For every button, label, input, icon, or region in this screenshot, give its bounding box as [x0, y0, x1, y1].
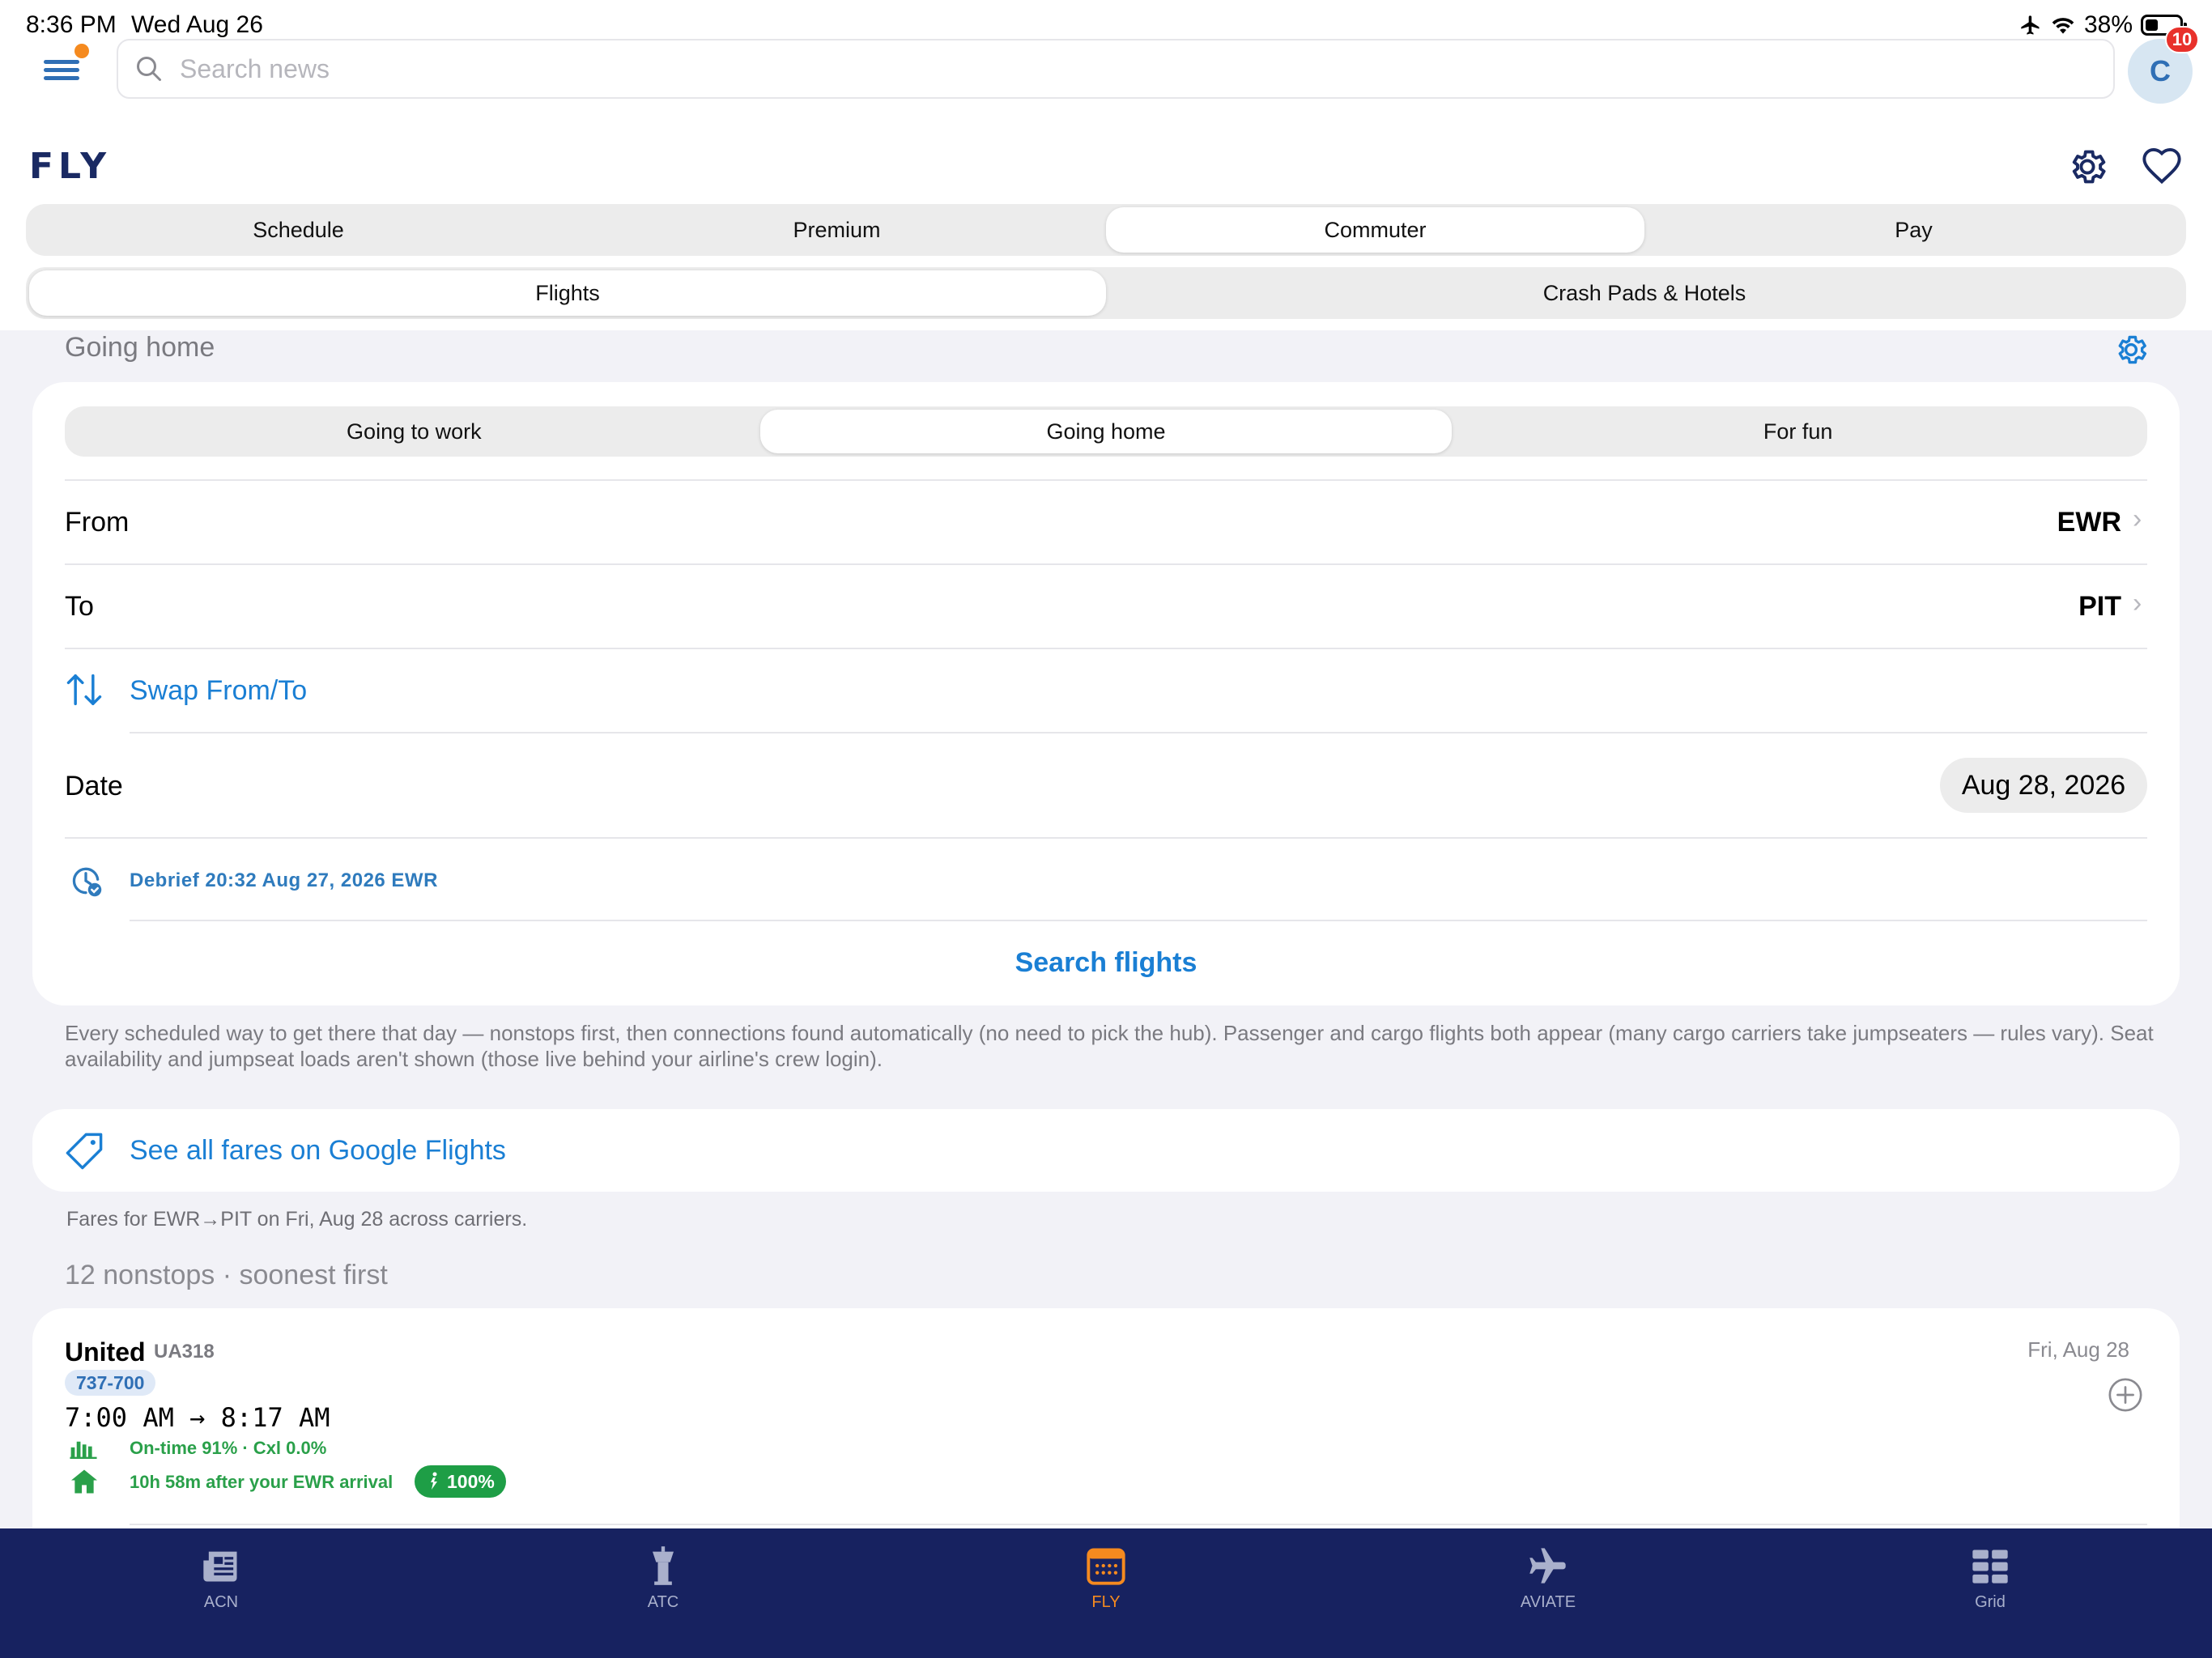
bar-chart-icon	[70, 1441, 97, 1459]
tab-commuter[interactable]: Commuter	[1106, 207, 1644, 253]
page-title: FLY	[29, 146, 112, 187]
search-bar[interactable]	[117, 39, 2115, 99]
info-text: Every scheduled way to get there that da…	[65, 1021, 2154, 1071]
google-flights-link[interactable]: See all fares on Google Flights	[130, 1135, 506, 1167]
divider	[65, 648, 2147, 649]
add-circle-icon[interactable]	[2107, 1376, 2144, 1414]
status-date: Wed Aug 26	[131, 11, 263, 38]
divider	[65, 479, 2147, 481]
to-value[interactable]: PIT	[2040, 591, 2121, 623]
status-time: 8:36 PM	[26, 11, 117, 38]
tab-acn[interactable]: ACN	[148, 1545, 294, 1612]
clock-check-icon	[72, 867, 102, 897]
tab-pay[interactable]: Pay	[1644, 207, 2183, 253]
calendar-icon	[1087, 1548, 1125, 1585]
chevron-right-icon[interactable]: ›	[2133, 588, 2142, 619]
sub-tabs: Flights Crash Pads & Hotels	[26, 267, 2186, 319]
flight-number: UA318	[154, 1341, 215, 1363]
swap-button[interactable]: Swap From/To	[130, 675, 307, 707]
ontime-stats: On-time 91% · Cxl 0.0%	[130, 1438, 327, 1458]
search-form-card	[32, 382, 2180, 1005]
tab-flights[interactable]: Flights	[29, 270, 1106, 316]
date-label: Date	[65, 771, 123, 801]
battery-percent: 38%	[2083, 11, 2133, 38]
divider	[130, 732, 2147, 733]
to-label: To	[65, 591, 94, 622]
flight-date: Fri, Aug 28	[2027, 1337, 2129, 1362]
favorites-heart-icon[interactable]	[2141, 146, 2183, 188]
search-input[interactable]	[180, 53, 2042, 84]
airplane-icon	[1529, 1548, 1566, 1584]
tab-grid[interactable]: Grid	[1917, 1545, 2063, 1612]
airline-name: United	[65, 1337, 146, 1367]
tab-fly[interactable]: FLY	[1033, 1545, 1179, 1612]
chevron-right-icon[interactable]: ›	[2133, 504, 2142, 535]
tab-label-aviate: AVIATE	[1520, 1593, 1576, 1611]
main-tabs: Schedule Premium Commuter Pay	[26, 204, 2186, 256]
menu-icon[interactable]	[36, 44, 89, 91]
section-heading: Going home	[65, 332, 215, 363]
search-flights-button[interactable]: Search flights	[32, 947, 2180, 979]
aircraft-badge: 737-700	[65, 1370, 156, 1396]
grid-icon	[1972, 1550, 2008, 1584]
trip-type-selector: Going to work Going home For fun	[65, 406, 2147, 457]
divider	[130, 1524, 2147, 1525]
battery-level	[2146, 19, 2158, 31]
from-value[interactable]: EWR	[2040, 507, 2121, 538]
search-icon	[137, 57, 161, 81]
price-tag-icon	[66, 1133, 103, 1170]
menu-notification-dot	[74, 44, 89, 58]
tab-label-atc: ATC	[647, 1593, 679, 1611]
tab-schedule[interactable]: Schedule	[29, 207, 568, 253]
trip-for-fun[interactable]: For fun	[1452, 410, 2144, 453]
divider	[65, 563, 2147, 565]
newspaper-icon	[203, 1551, 237, 1582]
tab-label-grid: Grid	[1975, 1593, 2006, 1611]
debrief-info: Debrief 20:32 Aug 27, 2026 EWR	[130, 869, 438, 891]
section-settings-gear-icon[interactable]	[2113, 332, 2149, 368]
tab-label-acn: ACN	[203, 1593, 239, 1611]
results-heading: 12 nonstops · soonest first	[65, 1260, 388, 1290]
airplane-mode-icon	[2021, 15, 2040, 35]
home-icon	[71, 1469, 97, 1494]
tab-label-fly: FLY	[1091, 1593, 1121, 1611]
arrival-gap: 10h 58m after your EWR arrival	[130, 1472, 393, 1492]
notification-badge: 10	[2165, 26, 2199, 53]
trip-going-to-work[interactable]: Going to work	[68, 410, 760, 453]
divider	[130, 920, 2147, 921]
tab-atc[interactable]: ATC	[590, 1545, 736, 1612]
score-value: 100%	[447, 1470, 495, 1492]
control-tower-icon	[653, 1546, 674, 1585]
fares-note: Fares for EWR→PIT on Fri, Aug 28 across …	[66, 1208, 528, 1231]
wifi-icon	[2052, 18, 2074, 34]
tab-aviate[interactable]: AVIATE	[1475, 1545, 1621, 1612]
tab-premium[interactable]: Premium	[568, 207, 1106, 253]
settings-gear-icon[interactable]	[2066, 146, 2108, 188]
from-label: From	[65, 507, 130, 538]
status-indicators: 38%	[2019, 11, 2187, 39]
divider	[65, 837, 2147, 839]
score-badge: 100%	[415, 1465, 506, 1498]
date-picker[interactable]: Aug 28, 2026	[1940, 758, 2147, 813]
bottom-tab-bar: ACN ATC FLY AVIATE Grid	[0, 1528, 2212, 1658]
trip-going-home[interactable]: Going home	[759, 410, 1453, 453]
walking-person-icon	[431, 1472, 437, 1490]
flight-times: 7:00 AM → 8:17 AM	[65, 1402, 330, 1433]
tab-crash-pads-hotels[interactable]: Crash Pads & Hotels	[1106, 270, 2183, 316]
swap-arrows-icon[interactable]	[63, 669, 105, 711]
